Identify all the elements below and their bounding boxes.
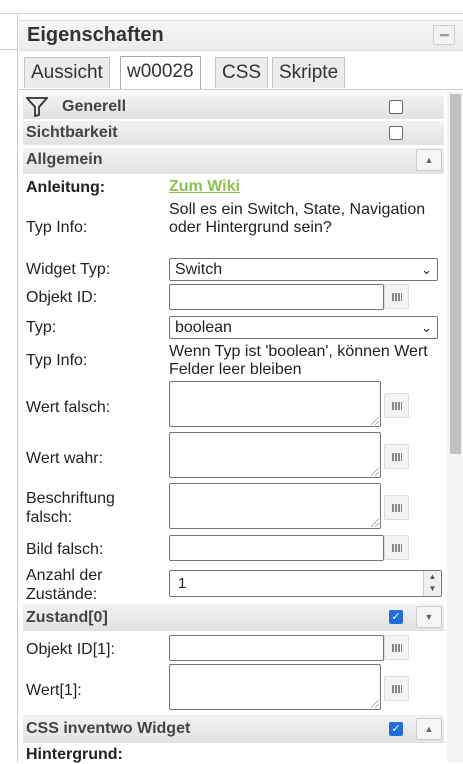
section-css-widget[interactable]: CSS inventwo Widget xyxy=(23,715,444,743)
resize-grip-icon[interactable] xyxy=(371,519,379,527)
select-dialog-icon xyxy=(392,402,402,410)
widget-typ-value: Switch xyxy=(175,261,223,278)
wert-falsch-textarea[interactable] xyxy=(169,381,381,427)
section-generell-label: Generell xyxy=(62,98,127,115)
tab-skripte[interactable]: Skripte xyxy=(272,57,346,88)
wert1-select-button[interactable] xyxy=(384,676,409,701)
section-generell[interactable]: Generell xyxy=(23,95,444,119)
wert-falsch-label: Wert falsch: xyxy=(26,399,111,416)
chevron-down-icon: ⌄ xyxy=(421,262,432,277)
select-dialog-icon xyxy=(392,504,402,512)
filter-icon xyxy=(26,97,48,117)
left-pane-edge xyxy=(0,14,18,763)
select-dialog-icon xyxy=(392,644,402,652)
stepper-arrows-icon[interactable]: ▲ ▼ xyxy=(423,571,441,596)
wiki-link[interactable]: Zum Wiki xyxy=(169,178,240,196)
wert-falsch-select-button[interactable] xyxy=(384,393,409,418)
widget-typ-select[interactable]: Switch ⌄ xyxy=(169,258,438,281)
wert-wahr-label: Wert wahr: xyxy=(26,450,104,467)
left-pane-header xyxy=(0,14,18,50)
resize-grip-icon[interactable] xyxy=(371,417,379,425)
minimize-icon: ▪▪▪▪ xyxy=(439,30,450,40)
bild-falsch-select-button[interactable] xyxy=(384,535,409,560)
hintergrund-label: Hintergrund: xyxy=(26,746,123,763)
section-sichtbarkeit[interactable]: Sichtbarkeit xyxy=(23,121,444,145)
anzahl-stepper[interactable]: 1 ▲ ▼ xyxy=(169,570,442,597)
top-strip xyxy=(0,0,463,14)
objekt-id-input[interactable] xyxy=(169,284,384,310)
section-allgemein-label: Allgemein xyxy=(26,151,103,168)
anzahl-label: Anzahl der Zustände: xyxy=(26,567,103,603)
resize-grip-icon[interactable] xyxy=(371,468,379,476)
beschriftung-falsch-textarea[interactable] xyxy=(169,483,381,529)
typ-select[interactable]: boolean ⌄ xyxy=(169,316,438,339)
scrollbar-thumb[interactable] xyxy=(450,94,461,454)
css-widget-checkbox[interactable]: ✓ xyxy=(389,722,403,736)
select-dialog-icon xyxy=(392,544,402,552)
typ-info-label: Typ Info: xyxy=(26,219,88,236)
objekt-id1-input[interactable] xyxy=(169,635,384,661)
resize-grip-icon[interactable] xyxy=(371,700,379,708)
typ-info-text: Soll es ein Switch, State, Navigation od… xyxy=(169,201,426,236)
section-css-widget-label: CSS inventwo Widget xyxy=(26,720,191,737)
tab-aussicht[interactable]: Aussicht xyxy=(24,57,110,88)
tab-w00028[interactable]: w00028 xyxy=(120,56,201,89)
select-dialog-icon xyxy=(392,453,402,461)
chevron-down-icon: ⌄ xyxy=(421,320,432,335)
select-dialog-icon xyxy=(392,293,402,301)
typ-label: Typ: xyxy=(26,319,57,336)
typ-info2-label: Typ Info: xyxy=(26,352,88,369)
beschriftung-falsch-label: Beschriftung falsch: xyxy=(26,490,115,526)
objekt-id-select-button[interactable] xyxy=(384,284,409,309)
section-sichtbarkeit-label: Sichtbarkeit xyxy=(26,124,118,141)
tab-css[interactable]: CSS xyxy=(215,57,269,88)
objekt-id-label: Objekt ID: xyxy=(26,289,98,306)
anleitung-label: Anleitung: xyxy=(26,179,106,196)
wert-wahr-select-button[interactable] xyxy=(384,444,409,469)
css-widget-collapse-button[interactable]: ▲ xyxy=(416,718,442,740)
section-zustand[interactable]: Zustand[0] xyxy=(23,604,444,631)
generell-checkbox[interactable] xyxy=(389,100,403,114)
objekt-id1-select-button[interactable] xyxy=(384,635,409,660)
panel-title: Eigenschaften xyxy=(27,24,164,46)
bild-falsch-input[interactable] xyxy=(169,535,384,561)
select-dialog-icon xyxy=(392,685,402,693)
sichtbarkeit-checkbox[interactable] xyxy=(389,126,403,140)
widget-typ-label: Widget Typ: xyxy=(26,261,111,278)
wert1-label: Wert[1]: xyxy=(26,682,82,699)
zustand-checkbox[interactable]: ✓ xyxy=(389,610,403,624)
chevron-up-icon: ▲ xyxy=(424,155,434,165)
bild-falsch-label: Bild falsch: xyxy=(26,541,104,558)
chevron-down-icon: ▼ xyxy=(424,612,434,622)
chevron-up-icon: ▲ xyxy=(424,724,434,734)
minimize-button[interactable]: ▪▪▪▪ xyxy=(433,25,455,45)
wert1-textarea[interactable] xyxy=(169,664,381,710)
objekt-id1-label: Objekt ID[1]: xyxy=(26,641,115,658)
section-allgemein[interactable]: Allgemein xyxy=(23,148,444,174)
zustand-expand-button[interactable]: ▼ xyxy=(416,606,442,628)
beschriftung-falsch-select-button[interactable] xyxy=(384,495,409,520)
typ-value: boolean xyxy=(175,319,232,336)
allgemein-collapse-button[interactable]: ▲ xyxy=(416,149,442,171)
wert-wahr-textarea[interactable] xyxy=(169,432,381,478)
anzahl-value: 1 xyxy=(178,575,187,592)
section-zustand-label: Zustand[0] xyxy=(26,609,108,626)
typ-info2-text: Wenn Typ ist 'boolean', können Wert Feld… xyxy=(169,343,428,378)
